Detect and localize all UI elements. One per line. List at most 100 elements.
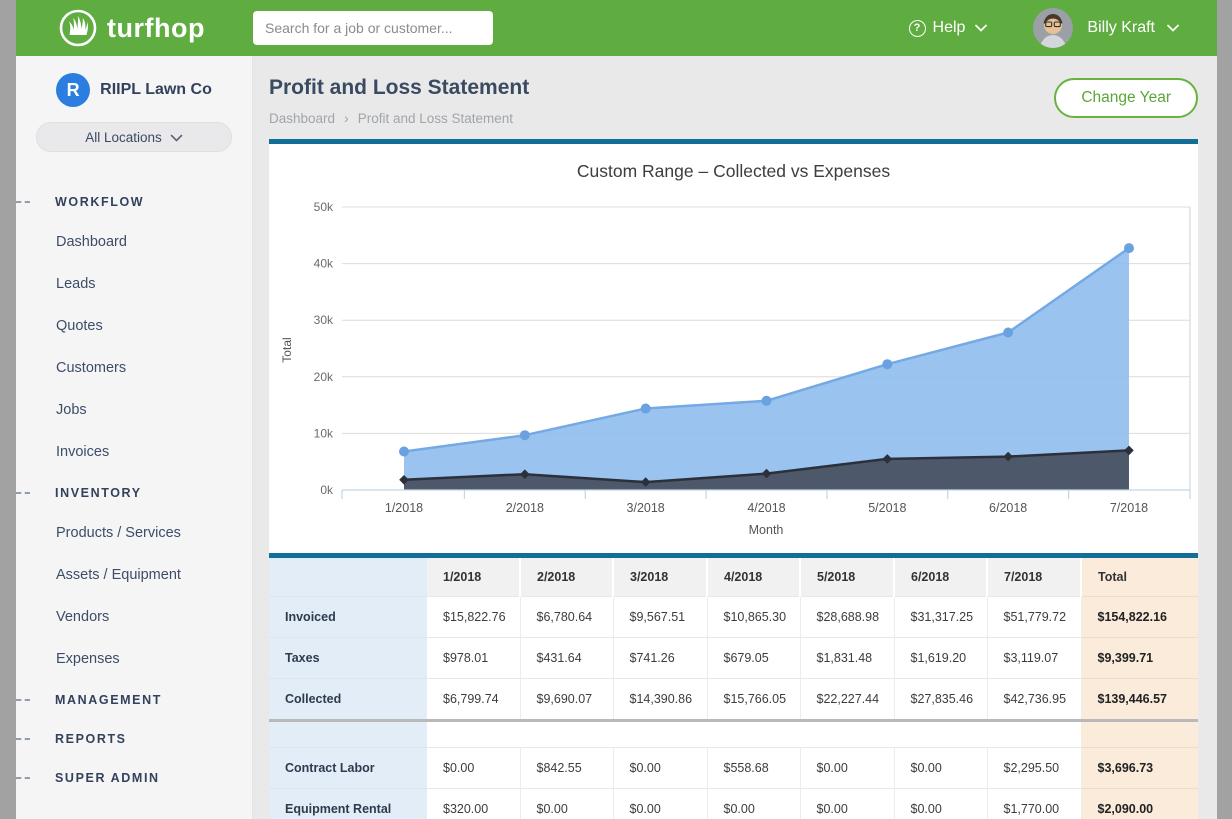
data-point[interactable] bbox=[641, 404, 651, 414]
column-header: 2/2018 bbox=[520, 558, 613, 597]
row-label: Taxes bbox=[269, 638, 427, 679]
data-point[interactable] bbox=[1124, 243, 1134, 253]
sidebar-item-leads[interactable]: Leads bbox=[16, 263, 252, 305]
value-cell: $0.00 bbox=[894, 789, 987, 819]
sidebar: R RIIPL Lawn Co All Locations WORKFLOWDa… bbox=[16, 56, 253, 819]
org-selector[interactable]: R RIIPL Lawn Co bbox=[16, 73, 252, 107]
value-cell: $0.00 bbox=[894, 748, 987, 789]
section-label: SUPER ADMIN bbox=[55, 771, 160, 785]
section-label: MANAGEMENT bbox=[55, 693, 162, 707]
value-cell: $28,688.98 bbox=[800, 597, 894, 638]
data-point[interactable] bbox=[882, 359, 892, 369]
column-header bbox=[269, 558, 427, 597]
table-row bbox=[269, 721, 1198, 748]
page-title-block: Profit and Loss Statement Dashboard › Pr… bbox=[269, 76, 529, 126]
section-dash-icon bbox=[16, 777, 30, 779]
value-cell: $27,835.46 bbox=[894, 679, 987, 721]
value-cell bbox=[800, 721, 894, 748]
location-filter-label: All Locations bbox=[85, 130, 162, 145]
total-cell: $2,090.00 bbox=[1081, 789, 1198, 819]
user-menu[interactable]: Billy Kraft bbox=[1033, 8, 1217, 48]
change-year-button[interactable]: Change Year bbox=[1054, 78, 1198, 118]
data-point[interactable] bbox=[761, 396, 771, 406]
main-content: Profit and Loss Statement Dashboard › Pr… bbox=[253, 56, 1217, 819]
breadcrumb: Dashboard › Profit and Loss Statement bbox=[269, 110, 529, 126]
table-header-row: 1/20182/20183/20184/20185/20186/20187/20… bbox=[269, 558, 1198, 597]
table-row: Equipment Rental$320.00$0.00$0.00$0.00$0… bbox=[269, 789, 1198, 819]
sidebar-section-workflow[interactable]: WORKFLOW bbox=[16, 182, 252, 221]
total-cell bbox=[1081, 721, 1198, 748]
sidebar-item-quotes[interactable]: Quotes bbox=[16, 305, 252, 347]
table-row: Contract Labor$0.00$842.55$0.00$558.68$0… bbox=[269, 748, 1198, 789]
value-cell: $0.00 bbox=[613, 748, 707, 789]
collected-vs-expenses-chart: 0k10k20k30k40k50k1/20182/20183/20184/201… bbox=[269, 190, 1198, 553]
column-header: 4/2018 bbox=[707, 558, 800, 597]
column-header: 6/2018 bbox=[894, 558, 987, 597]
value-cell: $1,619.20 bbox=[894, 638, 987, 679]
data-point[interactable] bbox=[1003, 328, 1013, 338]
data-point[interactable] bbox=[520, 430, 530, 440]
sidebar-item-dashboard[interactable]: Dashboard bbox=[16, 221, 252, 263]
section-dash-icon bbox=[16, 201, 30, 203]
value-cell: $978.01 bbox=[427, 638, 520, 679]
value-cell bbox=[613, 721, 707, 748]
sidebar-item-expenses[interactable]: Expenses bbox=[16, 638, 252, 680]
chevron-down-icon bbox=[170, 130, 183, 145]
value-cell: $1,831.48 bbox=[800, 638, 894, 679]
search-input[interactable] bbox=[253, 11, 493, 45]
value-cell: $679.05 bbox=[707, 638, 800, 679]
brand-name: turfhop bbox=[107, 13, 205, 44]
column-header: 3/2018 bbox=[613, 558, 707, 597]
sidebar-item-jobs[interactable]: Jobs bbox=[16, 389, 252, 431]
column-header: Total bbox=[1081, 558, 1198, 597]
y-tick-label: 50k bbox=[314, 200, 334, 214]
table-row: Collected$6,799.74$9,690.07$14,390.86$15… bbox=[269, 679, 1198, 721]
value-cell: $0.00 bbox=[800, 748, 894, 789]
sidebar-item-products-services[interactable]: Products / Services bbox=[16, 512, 252, 554]
sidebar-section-management[interactable]: MANAGEMENT bbox=[16, 680, 252, 719]
value-cell: $14,390.86 bbox=[613, 679, 707, 721]
y-tick-label: 30k bbox=[314, 313, 334, 327]
value-cell: $10,865.30 bbox=[707, 597, 800, 638]
turfhop-logo-icon bbox=[58, 8, 98, 48]
breadcrumb-dashboard[interactable]: Dashboard bbox=[269, 111, 335, 126]
data-point[interactable] bbox=[399, 447, 409, 457]
sidebar-item-customers[interactable]: Customers bbox=[16, 347, 252, 389]
value-cell: $15,822.76 bbox=[427, 597, 520, 638]
sidebar-section-super-admin[interactable]: SUPER ADMIN bbox=[16, 758, 252, 797]
value-cell: $9,690.07 bbox=[520, 679, 613, 721]
y-tick-label: 20k bbox=[314, 370, 334, 384]
section-dash-icon bbox=[16, 699, 30, 701]
table-row: Taxes$978.01$431.64$741.26$679.05$1,831.… bbox=[269, 638, 1198, 679]
row-label: Contract Labor bbox=[269, 748, 427, 789]
section-dash-icon bbox=[16, 738, 30, 740]
value-cell bbox=[427, 721, 520, 748]
value-cell: $3,119.07 bbox=[987, 638, 1081, 679]
x-tick-label: 7/2018 bbox=[1110, 501, 1148, 515]
total-cell: $139,446.57 bbox=[1081, 679, 1198, 721]
brand[interactable]: turfhop bbox=[16, 8, 253, 48]
sidebar-section-inventory[interactable]: INVENTORY bbox=[16, 473, 252, 512]
sidebar-item-invoices[interactable]: Invoices bbox=[16, 431, 252, 473]
section-label: INVENTORY bbox=[55, 486, 142, 500]
value-cell bbox=[520, 721, 613, 748]
page-header: Profit and Loss Statement Dashboard › Pr… bbox=[269, 76, 1198, 126]
org-logo-icon: R bbox=[56, 73, 90, 107]
profit-loss-table: 1/20182/20183/20184/20185/20186/20187/20… bbox=[269, 558, 1198, 819]
sidebar-item-assets-equipment[interactable]: Assets / Equipment bbox=[16, 554, 252, 596]
sidebar-section-reports[interactable]: REPORTS bbox=[16, 719, 252, 758]
breadcrumb-separator-icon: › bbox=[344, 110, 349, 126]
column-header: 5/2018 bbox=[800, 558, 894, 597]
value-cell: $741.26 bbox=[613, 638, 707, 679]
help-menu[interactable]: ? Help bbox=[909, 19, 988, 37]
value-cell bbox=[987, 721, 1081, 748]
sidebar-nav: WORKFLOWDashboardLeadsQuotesCustomersJob… bbox=[16, 182, 252, 797]
location-filter-dropdown[interactable]: All Locations bbox=[36, 122, 232, 152]
value-cell: $0.00 bbox=[520, 789, 613, 819]
sidebar-item-vendors[interactable]: Vendors bbox=[16, 596, 252, 638]
window-edge-left bbox=[0, 0, 16, 819]
value-cell: $31,317.25 bbox=[894, 597, 987, 638]
value-cell: $42,736.95 bbox=[987, 679, 1081, 721]
column-header: 1/2018 bbox=[427, 558, 520, 597]
collected-area bbox=[404, 248, 1129, 490]
